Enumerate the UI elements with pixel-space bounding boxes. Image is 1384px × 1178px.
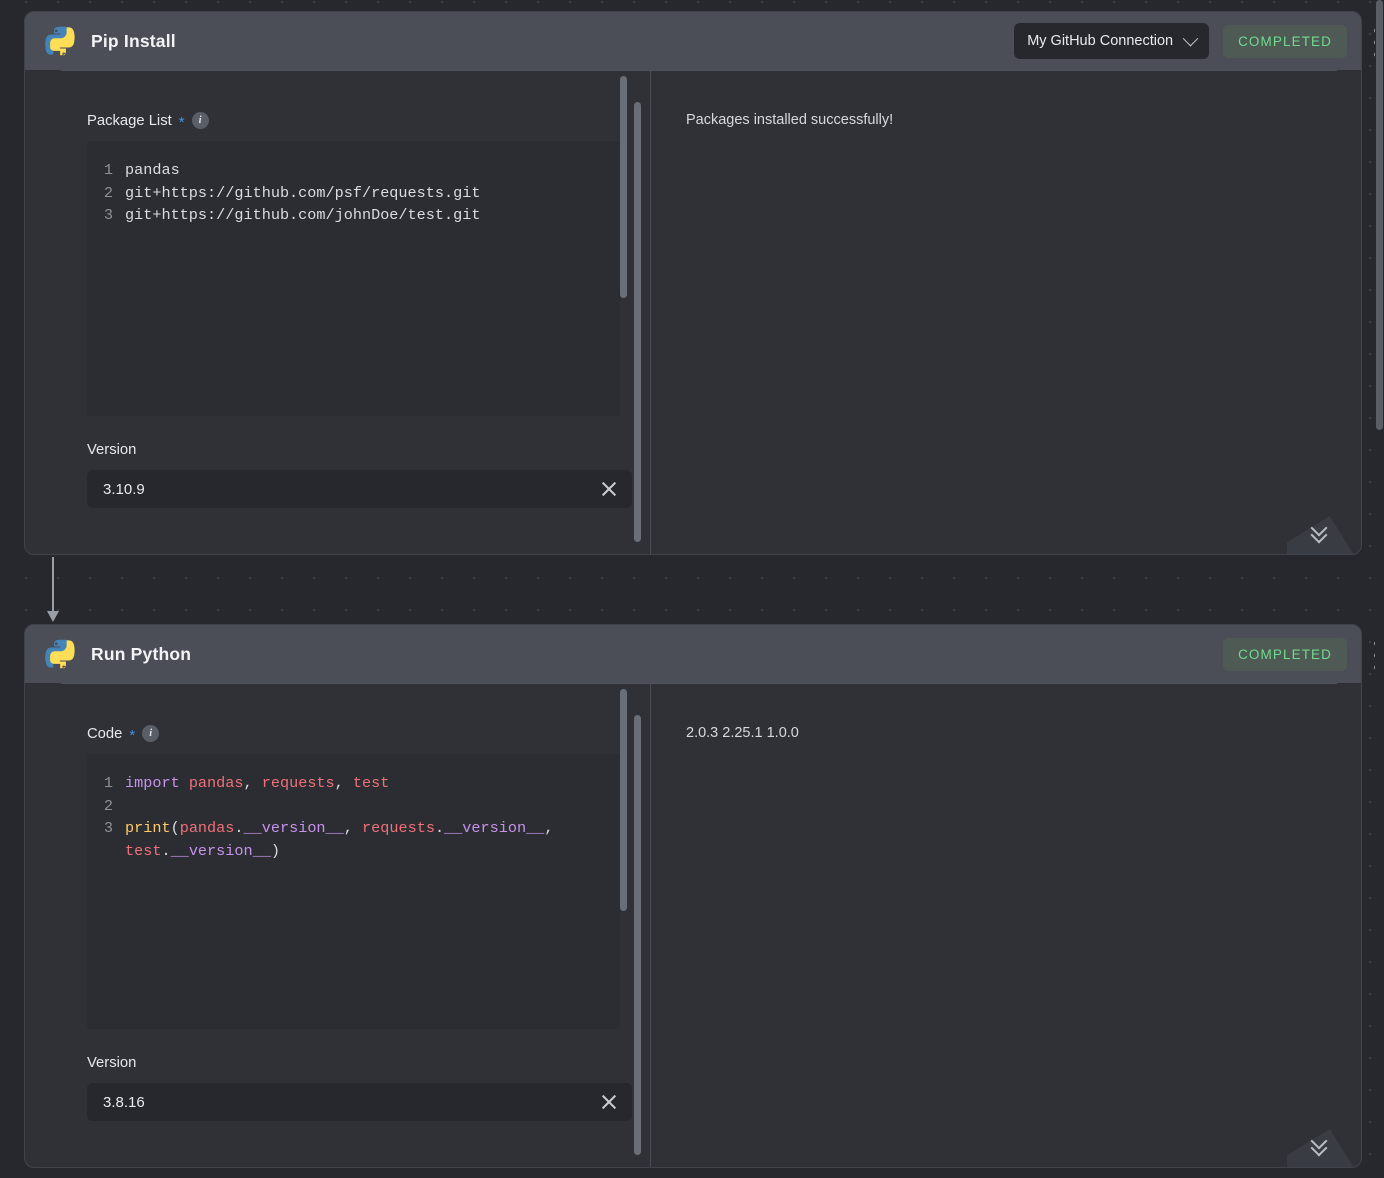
- code-text: git+https://github.com/johnDoe/test.git: [125, 206, 481, 224]
- page-scrollbar[interactable]: [1375, 0, 1384, 1178]
- node-header-pip-install: Pip Install My GitHub Connection COMPLET…: [25, 12, 1361, 70]
- info-icon: i: [142, 725, 160, 742]
- field-label-text: Package List: [87, 112, 172, 129]
- node-body-pip-install: Package List * i 1 pandas 2 git+https://…: [25, 70, 1361, 554]
- line-number: 1: [103, 774, 113, 792]
- chevron-down-icon: [1182, 30, 1199, 46]
- output-panel: Packages installed successfully!: [651, 70, 1361, 554]
- workflow-canvas: Pip Install My GitHub Connection COMPLET…: [0, 0, 1384, 1178]
- code-text: import pandas, requests, test: [125, 774, 390, 792]
- version-value: 3.10.9: [103, 480, 145, 498]
- node-body-run-python: Code * i 1 import pandas, requests, test…: [25, 683, 1361, 1167]
- output-text: 2.0.3 2.25.1 1.0.0: [686, 725, 799, 741]
- info-icon: i: [191, 112, 209, 129]
- editor-scrollbar[interactable]: [620, 689, 627, 911]
- close-icon[interactable]: [600, 1093, 618, 1111]
- code-text: git+https://github.com/psf/requests.git: [125, 183, 481, 202]
- node-connector-arrow: [47, 557, 66, 622]
- node-scrollbar[interactable]: [634, 715, 641, 1155]
- editor-scrollbar[interactable]: [620, 76, 627, 298]
- code-text: print(pandas.__version__, requests.__ver…: [125, 819, 554, 860]
- code-label: Code * i: [87, 725, 650, 744]
- chevrons-down-icon[interactable]: [1310, 1132, 1331, 1157]
- package-list-editor[interactable]: 1 pandas 2 git+https://github.com/psf/re…: [87, 141, 620, 416]
- field-label-text: Version: [87, 442, 137, 458]
- chevrons-down-icon[interactable]: [1310, 519, 1331, 544]
- field-label-text: Code: [87, 725, 123, 742]
- node-run-python[interactable]: Run Python COMPLETED Code * i 1 import p…: [24, 624, 1362, 1168]
- status-badge: COMPLETED: [1223, 637, 1347, 671]
- code-line: 2 git+https://github.com/psf/requests.gi…: [87, 182, 620, 205]
- version-input[interactable]: 3.10.9: [87, 470, 632, 508]
- line-number: 2: [103, 796, 113, 815]
- close-icon[interactable]: [600, 480, 618, 498]
- code-line: 1 import pandas, requests, test: [87, 772, 620, 795]
- output-text: Packages installed successfully!: [686, 112, 894, 128]
- code-line: 1 pandas: [87, 159, 620, 182]
- code-text: pandas: [125, 161, 180, 179]
- node-header-run-python: Run Python COMPLETED: [25, 625, 1361, 683]
- version-label: Version: [87, 1055, 650, 1071]
- code-editor[interactable]: 1 import pandas, requests, test 2 3 prin…: [87, 754, 620, 1029]
- code-line: 2: [87, 795, 620, 818]
- code-line: 3 git+https://github.com/johnDoe/test.gi…: [87, 204, 620, 227]
- line-number: 3: [103, 206, 113, 224]
- node-title: Run Python: [91, 643, 192, 664]
- output-panel: 2.0.3 2.25.1 1.0.0: [651, 683, 1361, 1167]
- line-number: 3: [103, 819, 113, 837]
- line-number: 2: [103, 183, 113, 202]
- node-pip-install[interactable]: Pip Install My GitHub Connection COMPLET…: [24, 11, 1362, 555]
- package-list-label: Package List * i: [87, 112, 650, 131]
- input-panel: Code * i 1 import pandas, requests, test…: [25, 683, 650, 1167]
- field-label-text: Version: [87, 1055, 137, 1071]
- line-number: 1: [103, 161, 113, 179]
- python-logo-icon: [45, 26, 75, 56]
- code-line: 3 print(pandas.__version__, requests.__v…: [87, 817, 620, 862]
- connection-select[interactable]: My GitHub Connection: [1014, 23, 1210, 59]
- page-scrollbar-thumb[interactable]: [1376, 0, 1383, 430]
- python-logo-icon: [45, 639, 75, 669]
- version-input[interactable]: 3.8.16: [87, 1083, 632, 1121]
- input-panel: Package List * i 1 pandas 2 git+https://…: [25, 70, 650, 554]
- node-scrollbar[interactable]: [634, 102, 641, 542]
- version-label: Version: [87, 442, 650, 458]
- node-title: Pip Install: [91, 30, 176, 51]
- version-value: 3.8.16: [103, 1093, 145, 1111]
- required-marker: *: [129, 727, 136, 744]
- connection-label: My GitHub Connection: [1027, 33, 1174, 49]
- status-badge: COMPLETED: [1223, 24, 1347, 58]
- required-marker: *: [178, 114, 185, 131]
